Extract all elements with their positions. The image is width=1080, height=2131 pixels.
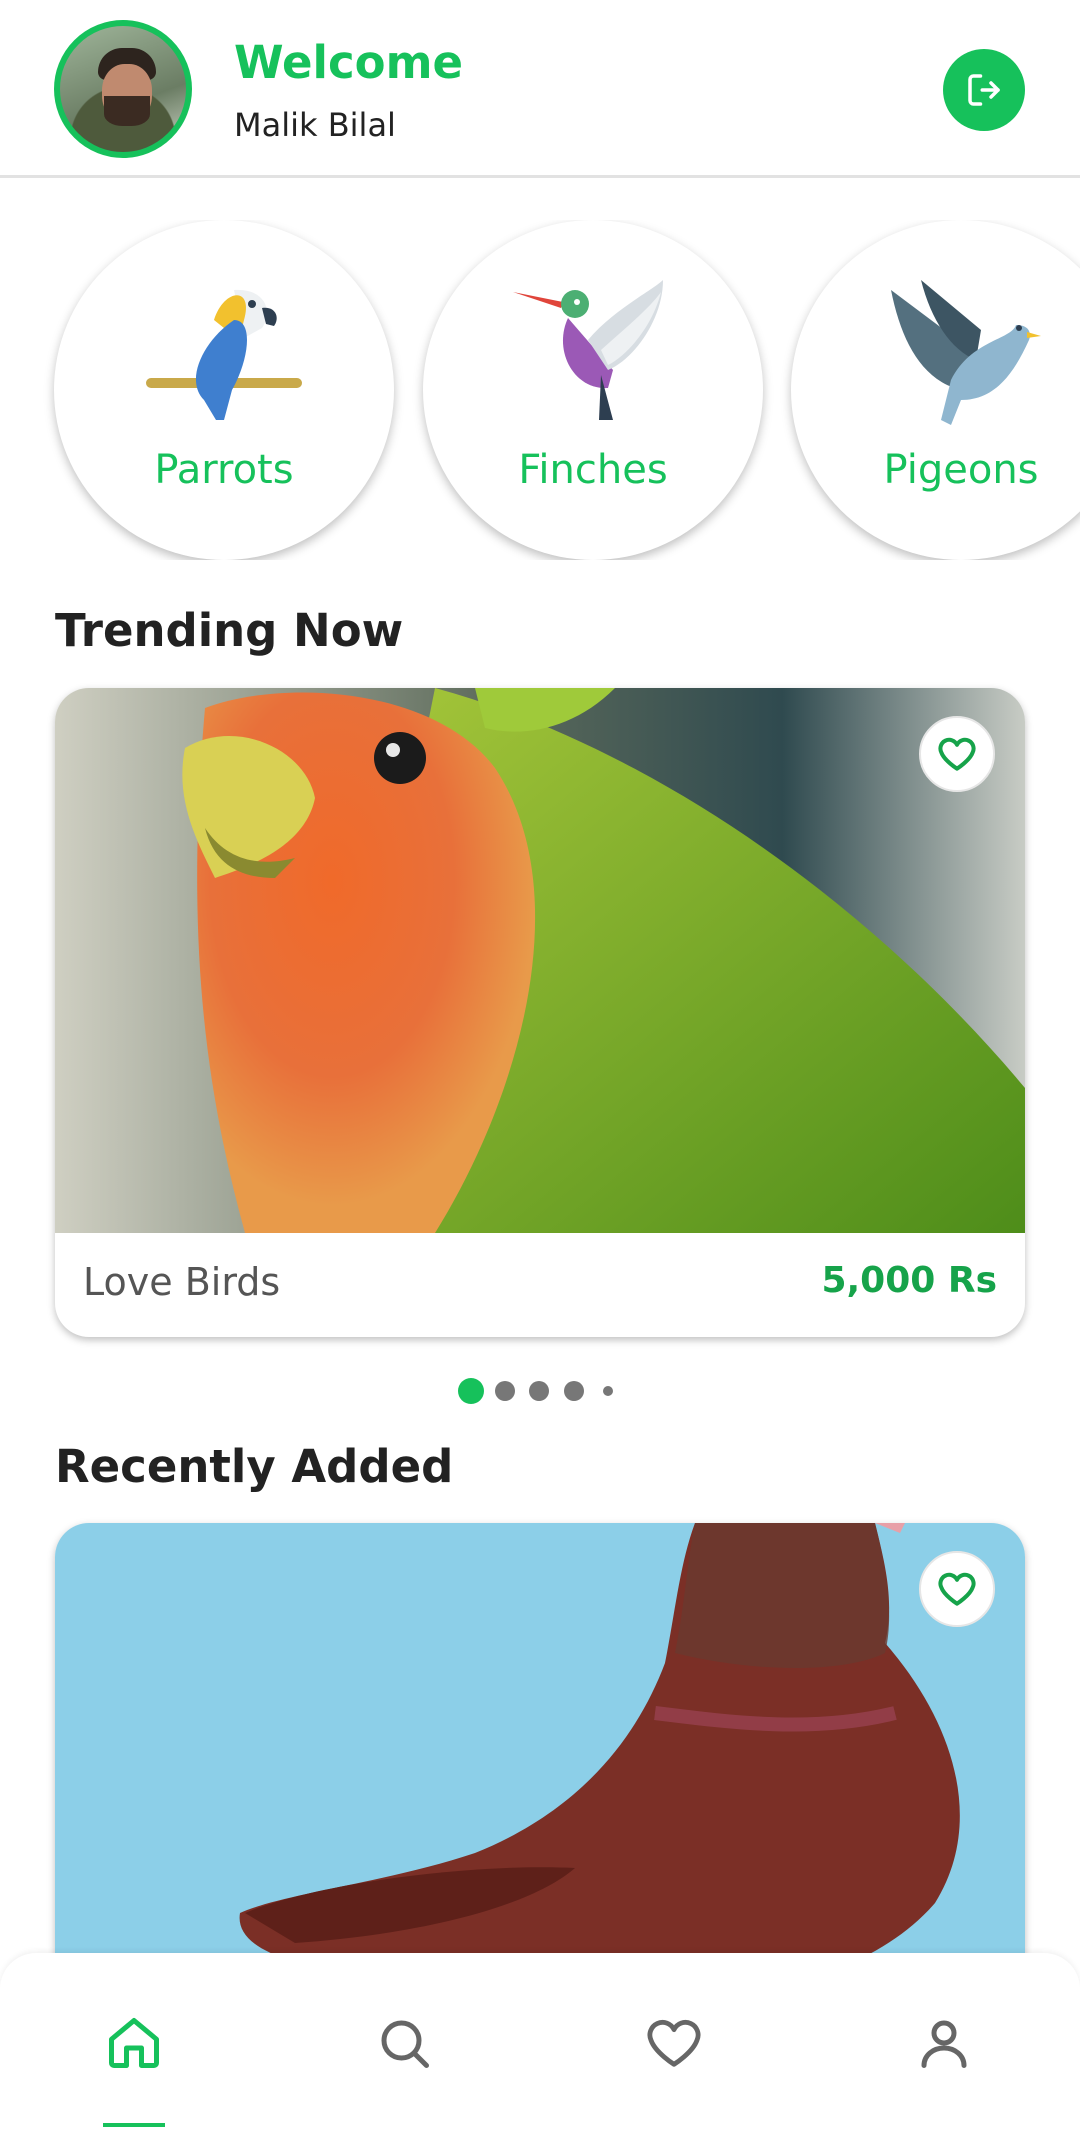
carousel-dot[interactable] — [529, 1381, 549, 1401]
nav-home[interactable] — [94, 2003, 174, 2083]
carousel-dot[interactable] — [495, 1381, 515, 1401]
profile-icon — [921, 2020, 967, 2068]
category-carousel[interactable]: Parrots Finches Pigeons — [0, 220, 1080, 560]
carousel-dot[interactable] — [458, 1378, 484, 1404]
nav-search[interactable] — [364, 2003, 444, 2083]
product-name: Love Birds — [83, 1260, 281, 1304]
parrot-icon — [146, 289, 302, 420]
heart-icon — [938, 737, 976, 771]
bottom-navigation — [0, 1953, 1080, 2131]
dove-icon — [891, 280, 1041, 425]
app-header: Welcome Malik Bilal — [0, 0, 1080, 178]
heart-icon — [647, 2019, 701, 2067]
heart-icon — [938, 1572, 976, 1606]
welcome-title: Welcome — [234, 36, 463, 89]
favorite-button[interactable] — [919, 716, 995, 792]
category-label: Parrots — [154, 447, 294, 493]
nav-profile[interactable] — [904, 2003, 984, 2083]
category-label: Pigeons — [883, 447, 1039, 493]
section-title-recent: Recently Added — [55, 1440, 454, 1493]
active-tab-indicator — [103, 2123, 165, 2127]
carousel-dot[interactable] — [564, 1381, 584, 1401]
category-pigeons[interactable]: Pigeons — [791, 220, 1080, 560]
category-label: Finches — [518, 447, 668, 493]
user-name: Malik Bilal — [234, 106, 396, 144]
logout-icon — [968, 74, 1000, 106]
carousel-indicator — [0, 1378, 1080, 1404]
search-icon — [381, 2020, 429, 2068]
avatar[interactable] — [54, 20, 192, 158]
lovebird-photo — [55, 688, 1025, 1233]
favorite-button[interactable] — [919, 1551, 995, 1627]
nav-favorites[interactable] — [634, 2003, 714, 2083]
product-price: 5,000 Rs — [821, 1260, 997, 1301]
logout-button[interactable] — [943, 49, 1025, 131]
category-finches[interactable]: Finches — [423, 220, 763, 560]
hummingbird-icon — [513, 280, 663, 420]
home-icon — [109, 2018, 159, 2068]
section-title-trending: Trending Now — [55, 604, 404, 657]
category-parrots[interactable]: Parrots — [54, 220, 394, 560]
trending-card[interactable]: Love Birds 5,000 Rs — [55, 688, 1025, 1337]
carousel-dot[interactable] — [603, 1386, 613, 1396]
